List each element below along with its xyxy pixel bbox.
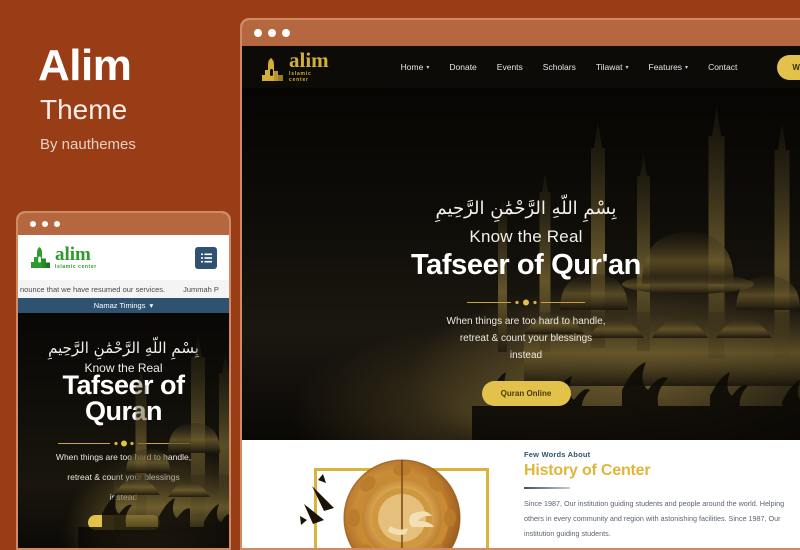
nav-label: Donate [449, 62, 477, 72]
mobile-logo-tagline: Islamic center [55, 264, 97, 270]
nav-item-contact[interactable]: Contact [708, 62, 737, 72]
desktop-browser-chrome-bar [242, 20, 800, 46]
page-title: Alim [38, 41, 132, 90]
main-menu: Home ▾ Donate Events Scholars Tilawat ▾ [401, 54, 800, 80]
hero-paragraph: When things are too hard to handle, retr… [242, 313, 800, 364]
bismillah-calligraphy: بِسْمِ اللّهِ الرَّحْمَٰنِ الرَّحِيمِ [435, 198, 617, 219]
nav-label: Contact [708, 62, 738, 72]
nav-label: Tilawat [595, 62, 623, 72]
mobile-logo-text: alim Islamic center [55, 245, 97, 270]
screenshot-stage: Alim Theme By nauthemes alim Islamic cen… [0, 0, 800, 550]
promo-subtitle: Theme [40, 94, 128, 125]
about-section: Few Words About History of Center Since … [242, 440, 800, 548]
nav-item-donate[interactable]: Donate [449, 62, 476, 72]
hero-content: بِسْمِ اللّهِ الرَّحْمَٰنِ الرَّحِيمِ Kn… [242, 88, 800, 406]
mobile-hero-section: بِسْمِ اللّهِ الرَّحْمَٰنِ الرَّحِيمِ Kn… [18, 313, 229, 548]
mosque-logo-icon [260, 57, 286, 83]
nav-label: Home [400, 62, 424, 72]
logo-text: alim Islamic center [289, 47, 329, 84]
site-logo[interactable]: alim Islamic center [260, 47, 329, 84]
chevron-down-icon: ▾ [426, 64, 430, 71]
logo-name: alim [289, 47, 329, 72]
hero-title: Tafseer of Qur'an [410, 249, 641, 281]
nav-label: Scholars [542, 62, 576, 72]
islamic-calligraphy-art-icon [272, 456, 522, 548]
quran-online-button[interactable]: Quran Online [481, 381, 571, 406]
site-navbar: alim Islamic center Home ▾ Donate Events… [242, 46, 800, 88]
promo-byline: By nauthemes [40, 136, 136, 153]
hero-paragraph-line-3: instead [509, 350, 543, 361]
hero-kicker: Know the Real [469, 227, 583, 246]
mobile-mosque-silhouette-image [78, 335, 229, 548]
mobile-preview-window: alim Islamic center nounce that we have … [16, 211, 231, 550]
hamburger-menu-icon[interactable] [195, 246, 217, 269]
ticker-item-2: Jummah P [183, 284, 219, 294]
about-text-block: Few Words About History of Center Since … [524, 450, 800, 548]
mobile-browser-chrome-bar [18, 213, 229, 235]
nav-label: Events [496, 62, 523, 72]
minimize-dot-icon[interactable] [268, 29, 276, 37]
desktop-preview-window: alim Islamic center Home ▾ Donate Events… [240, 18, 800, 550]
nav-item-features[interactable]: Features ▾ [649, 62, 689, 72]
mobile-window-controls [18, 221, 60, 227]
mobile-site-logo[interactable]: alim Islamic center [30, 245, 97, 270]
nav-item-scholars[interactable]: Scholars [543, 62, 576, 72]
nav-item-home[interactable]: Home ▾ [401, 62, 430, 72]
chevron-down-icon: ▾ [685, 64, 689, 71]
logo-tagline: Islamic center [289, 71, 312, 84]
namaz-timings-label: Namaz Timings [93, 301, 146, 310]
window-controls [242, 29, 290, 37]
namaz-timings-bar[interactable]: Namaz Timings ▾ [18, 298, 229, 313]
wants-to-visit-button[interactable]: Wants To Visit ? [777, 54, 800, 80]
announcement-ticker: nounce that we have resumed our services… [18, 280, 229, 298]
chevron-down-icon: ▾ [149, 301, 154, 310]
about-divider [524, 487, 570, 489]
hero-section: بِسْمِ اللّهِ الرَّحْمَٰنِ الرَّحِيمِ Kn… [242, 88, 800, 440]
hero-paragraph-line-2: retreat & count your blessings [459, 333, 593, 344]
nav-item-tilawat[interactable]: Tilawat ▾ [596, 62, 629, 72]
maximize-dot-icon[interactable] [54, 221, 60, 227]
close-dot-icon[interactable] [30, 221, 36, 227]
mosque-logo-icon [30, 246, 52, 270]
minimize-dot-icon[interactable] [42, 221, 48, 227]
mobile-site-header: alim Islamic center [18, 235, 229, 280]
about-body-text: Since 1987, Our institution guiding stud… [524, 499, 785, 539]
nav-item-events[interactable]: Events [497, 62, 523, 72]
chevron-down-icon: ▾ [625, 64, 629, 71]
ornament-divider-icon [467, 293, 585, 306]
hero-paragraph-line-1: When things are too hard to handle, [446, 316, 606, 327]
ticker-item-1: nounce that we have resumed our services… [20, 284, 166, 294]
mobile-logo-name: alim [55, 244, 91, 265]
nav-label: Features [648, 62, 683, 72]
maximize-dot-icon[interactable] [282, 29, 290, 37]
close-dot-icon[interactable] [254, 29, 262, 37]
about-title: History of Center [524, 462, 651, 479]
about-kicker: Few Words About [524, 450, 591, 459]
